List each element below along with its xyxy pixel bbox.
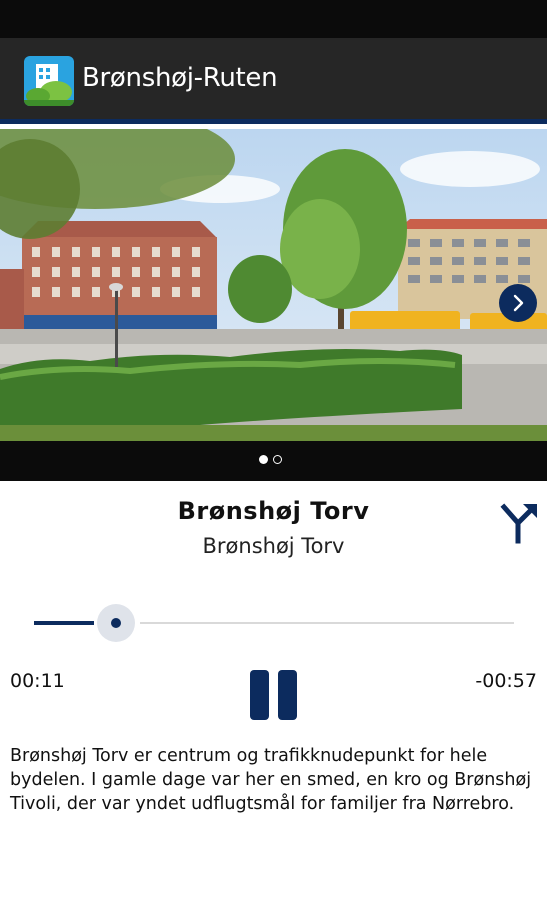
elapsed-time: 00:11 <box>10 670 65 692</box>
directions-button[interactable] <box>497 499 541 545</box>
seek-thumb[interactable] <box>97 604 135 642</box>
app-logo-icon <box>24 56 74 106</box>
seek-progress <box>34 621 94 625</box>
pause-icon <box>250 670 269 720</box>
gallery-next-button[interactable] <box>499 284 537 322</box>
pause-button[interactable] <box>245 668 301 722</box>
seek-track[interactable] <box>140 622 514 624</box>
directions-fork-icon <box>500 503 537 544</box>
status-bar <box>0 0 547 38</box>
app-title: Brønshøj-Ruten <box>82 63 278 93</box>
remaining-time: -00:57 <box>475 670 537 692</box>
gallery-pager <box>0 441 547 481</box>
stop-description: Brønshøj Torv er centrum og trafikknudep… <box>10 746 532 814</box>
stop-photo[interactable] <box>0 129 547 441</box>
action-bar: Brønshøj-Ruten <box>0 38 547 124</box>
page-indicator-active[interactable] <box>259 455 268 464</box>
stop-subtitle: Brønshøj Torv <box>202 534 345 558</box>
chevron-right-icon <box>513 294 524 312</box>
page-indicator-inactive[interactable] <box>273 455 282 464</box>
stop-title: Brønshøj Torv <box>177 497 370 525</box>
pause-icon-bar <box>278 670 297 720</box>
